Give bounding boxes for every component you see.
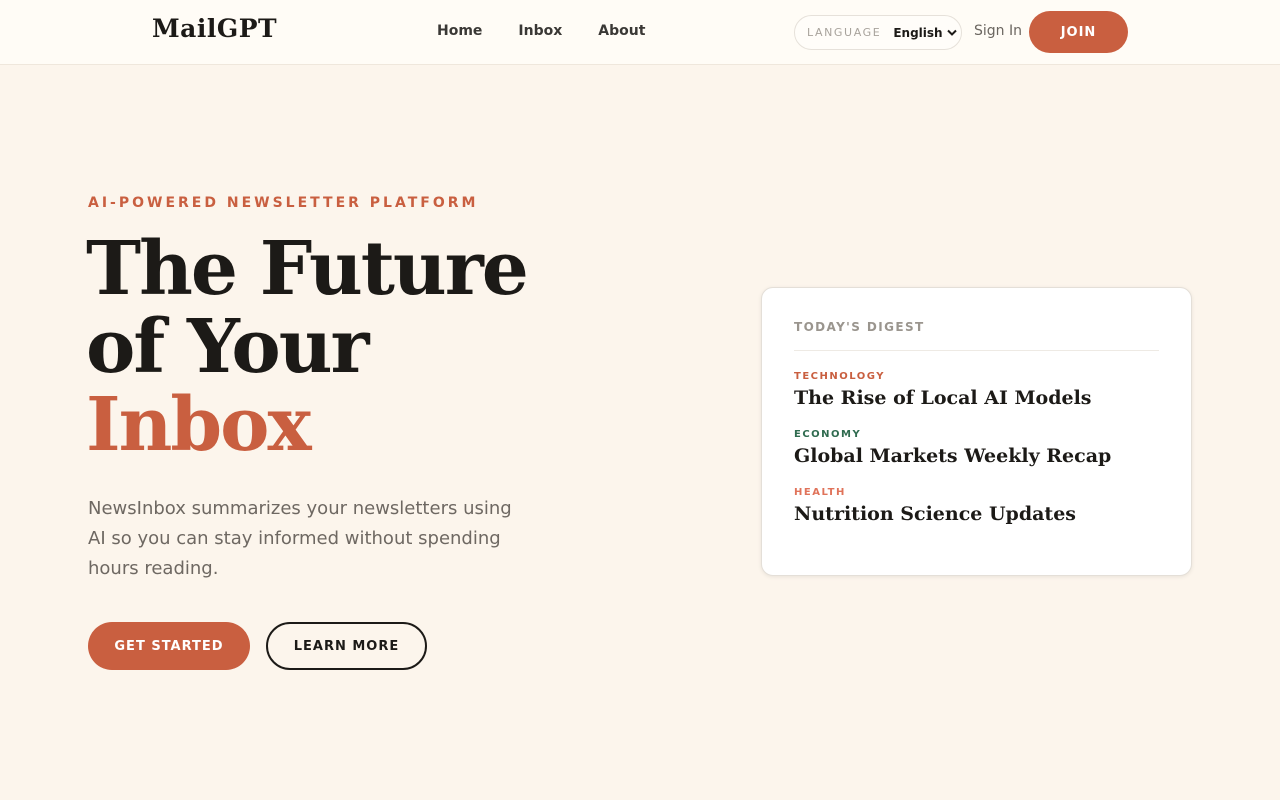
hero-eyebrow: AI-POWERED NEWSLETTER PLATFORM <box>88 195 479 211</box>
digest-headline[interactable]: Nutrition Science Updates <box>794 503 1159 525</box>
digest-category: ECONOMY <box>794 429 862 440</box>
digest-category: HEALTH <box>794 487 846 498</box>
divider <box>794 350 1159 351</box>
site-header: MailGPT Home Inbox About LANGUAGE Englis… <box>0 0 1280 65</box>
hero-title-line-2: of Your <box>86 304 369 390</box>
nav-about[interactable]: About <box>598 23 645 39</box>
language-label: LANGUAGE <box>807 26 882 39</box>
hero-title-line-1: The Future <box>86 226 529 312</box>
hero-description: NewsInbox summarizes your newsletters us… <box>88 498 512 579</box>
logo[interactable]: MailGPT <box>152 14 277 43</box>
language-select[interactable]: English <box>893 25 957 40</box>
digest-category: TECHNOLOGY <box>794 371 885 382</box>
language-switcher: LANGUAGE English <box>794 15 962 50</box>
join-button[interactable]: JOIN <box>1029 11 1128 53</box>
nav-home[interactable]: Home <box>437 23 482 39</box>
digest-item[interactable]: HEALTH Nutrition Science Updates <box>794 487 1159 525</box>
digest-headline[interactable]: Global Markets Weekly Recap <box>794 445 1159 467</box>
sign-in-link[interactable]: Sign In <box>974 23 1022 39</box>
learn-more-button[interactable]: LEARN MORE <box>266 622 427 670</box>
main-nav: Home Inbox About <box>437 23 681 39</box>
nav-inbox[interactable]: Inbox <box>518 23 562 39</box>
digest-item[interactable]: ECONOMY Global Markets Weekly Recap <box>794 429 1159 467</box>
digest-card: TODAY'S DIGEST TECHNOLOGY The Rise of Lo… <box>761 287 1192 576</box>
digest-title: TODAY'S DIGEST <box>794 320 925 334</box>
language-value: English <box>893 25 943 40</box>
digest-item[interactable]: TECHNOLOGY The Rise of Local AI Models <box>794 371 1159 409</box>
digest-headline[interactable]: The Rise of Local AI Models <box>794 387 1159 409</box>
chevron-down-icon <box>946 29 957 36</box>
get-started-button[interactable]: GET STARTED <box>88 622 250 670</box>
hero-title: The Future of Your Inbox <box>86 226 529 468</box>
hero-title-line-3: Inbox <box>86 382 312 468</box>
